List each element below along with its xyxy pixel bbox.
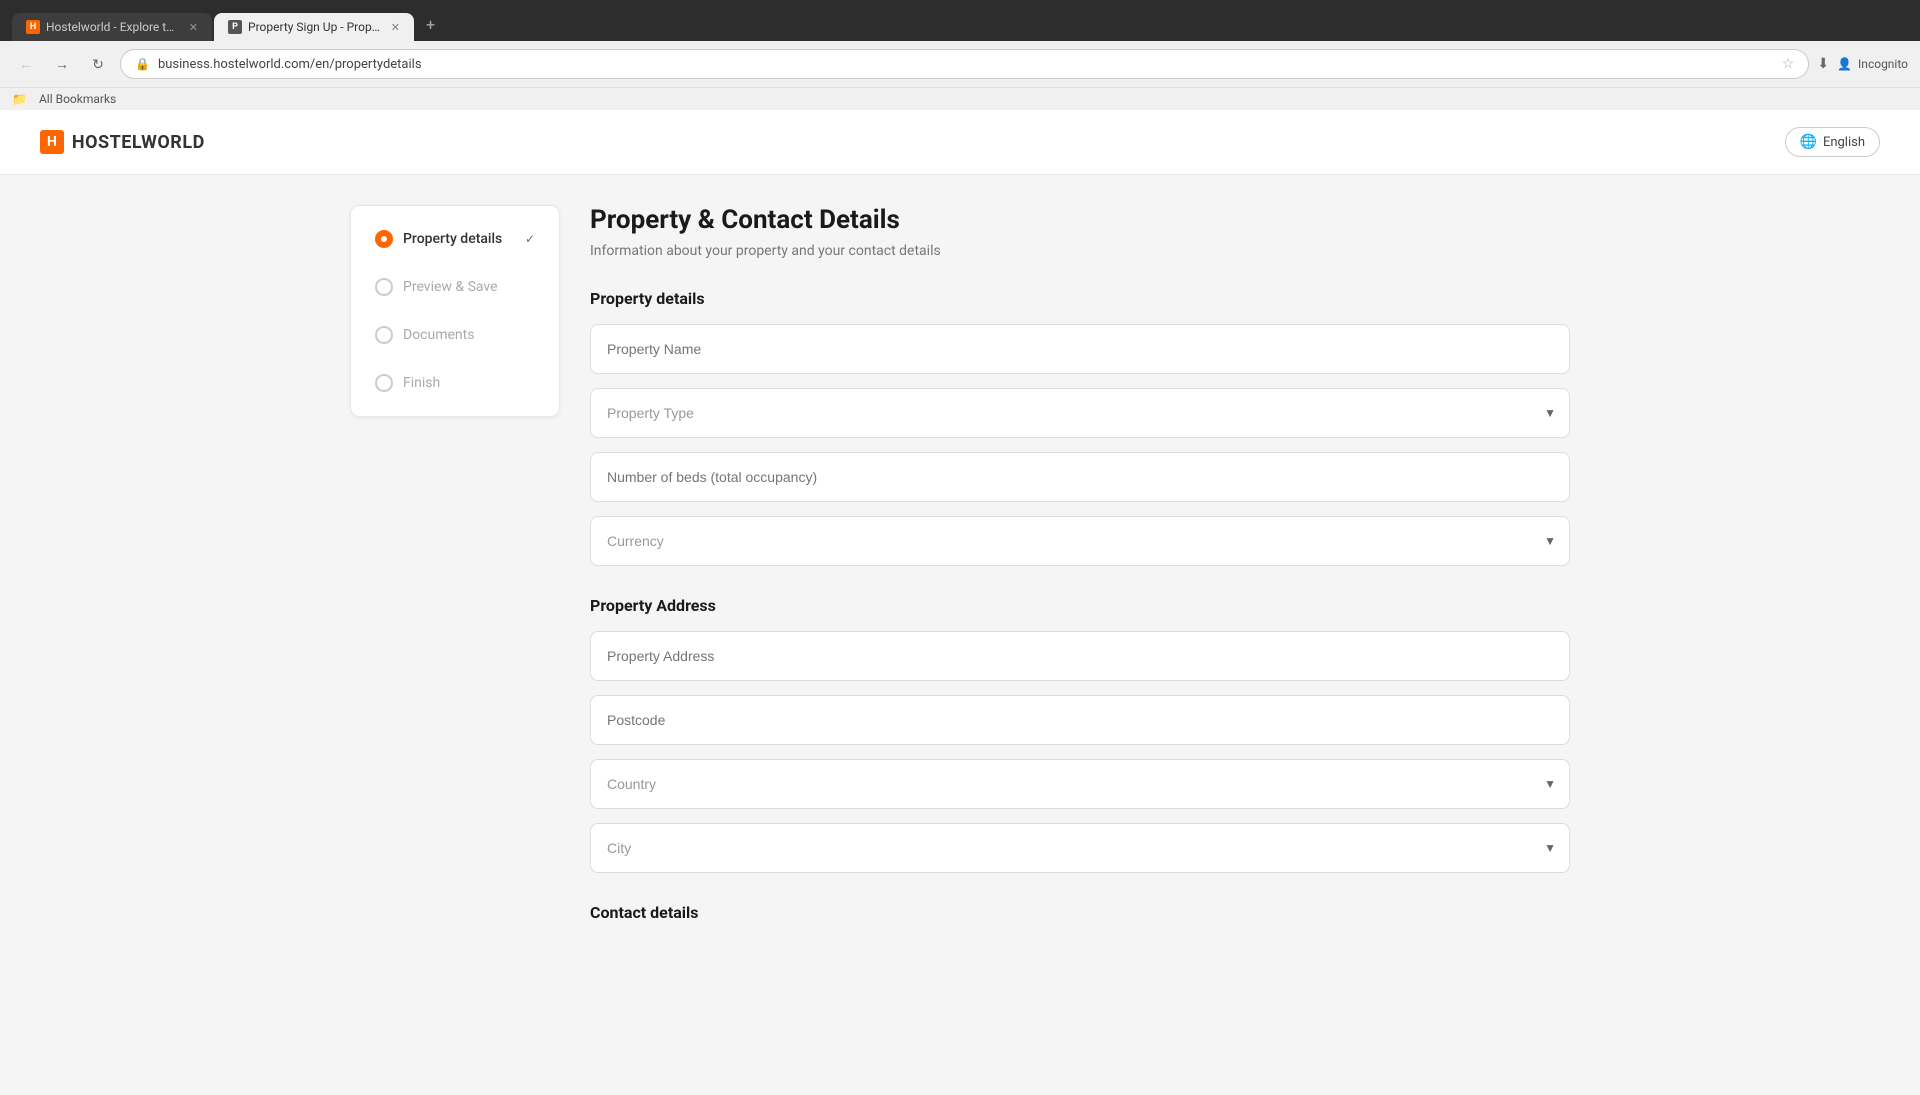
currency-field: Currency ▼ — [590, 516, 1570, 566]
property-type-select[interactable]: Property Type — [590, 388, 1570, 438]
radio-property-details — [375, 230, 393, 248]
sidebar-label-finish: Finish — [403, 375, 440, 391]
logo-box: H — [40, 130, 64, 154]
new-tab-button[interactable]: + — [416, 8, 445, 41]
property-name-field — [590, 324, 1570, 374]
sidebar-item-preview-save[interactable]: Preview & Save — [357, 264, 553, 310]
back-button[interactable]: ← — [12, 50, 40, 78]
address-bar[interactable]: 🔒 business.hostelworld.com/en/propertyde… — [120, 49, 1809, 79]
chevron-down-icon: ✓ — [525, 232, 535, 246]
globe-icon: 🌐 — [1800, 134, 1817, 150]
currency-select[interactable]: Currency — [590, 516, 1570, 566]
property-address-section: Property Address Country ▼ City — [590, 596, 1570, 873]
currency-wrapper: Currency ▼ — [590, 516, 1570, 566]
tab-close-property[interactable]: ✕ — [391, 21, 400, 34]
property-name-input[interactable] — [590, 324, 1570, 374]
incognito-label: Incognito — [1858, 57, 1908, 71]
num-beds-field — [590, 452, 1570, 502]
sidebar-card: Property details ✓ Preview & Save Docume… — [350, 205, 560, 417]
bookmarks-folder-icon: 📁 — [12, 92, 27, 106]
tab-favicon-property: P — [228, 20, 242, 34]
postcode-input[interactable] — [590, 695, 1570, 745]
city-select[interactable]: City — [590, 823, 1570, 873]
sidebar-item-finish[interactable]: Finish — [357, 360, 553, 406]
browser-chrome: H Hostelworld - Explore the worl... ✕ P … — [0, 0, 1920, 41]
property-details-section-title: Property details — [590, 289, 1570, 308]
lock-icon: 🔒 — [135, 57, 150, 71]
sidebar: Property details ✓ Preview & Save Docume… — [350, 205, 560, 1065]
bookmarks-label: All Bookmarks — [39, 92, 116, 106]
browser-toolbar: ← → ↻ 🔒 business.hostelworld.com/en/prop… — [0, 41, 1920, 87]
property-type-wrapper: Property Type ▼ — [590, 388, 1570, 438]
sidebar-item-left-4: Finish — [375, 374, 440, 392]
country-wrapper: Country ▼ — [590, 759, 1570, 809]
sidebar-item-left-3: Documents — [375, 326, 474, 344]
radio-documents — [375, 326, 393, 344]
sidebar-item-left-2: Preview & Save — [375, 278, 498, 296]
logo-text: HOSTELWORLD — [72, 132, 205, 153]
page-header: H HOSTELWORLD 🌐 English — [0, 110, 1920, 175]
tab-title-property: Property Sign Up - Property an... — [248, 20, 381, 34]
property-address-input[interactable] — [590, 631, 1570, 681]
page-subtitle: Information about your property and your… — [590, 243, 1570, 259]
forward-button[interactable]: → — [48, 50, 76, 78]
property-details-section: Property details Property Type ▼ Cu — [590, 289, 1570, 566]
num-beds-input[interactable] — [590, 452, 1570, 502]
language-selector[interactable]: 🌐 English — [1785, 127, 1881, 157]
downloads-icon[interactable]: ⬇ — [1817, 56, 1829, 72]
address-text: business.hostelworld.com/en/propertydeta… — [158, 57, 1774, 72]
logo: H HOSTELWORLD — [40, 130, 205, 154]
property-address-section-title: Property Address — [590, 596, 1570, 615]
radio-preview-save — [375, 278, 393, 296]
city-wrapper: City ▼ — [590, 823, 1570, 873]
sidebar-item-left: Property details — [375, 230, 502, 248]
incognito-icon: 👤 — [1837, 57, 1852, 71]
radio-finish — [375, 374, 393, 392]
tab-hostelworld[interactable]: H Hostelworld - Explore the worl... ✕ — [12, 13, 212, 41]
browser-tabs: H Hostelworld - Explore the worl... ✕ P … — [12, 8, 1908, 41]
toolbar-right: ⬇ 👤 Incognito — [1817, 56, 1908, 72]
city-field: City ▼ — [590, 823, 1570, 873]
incognito-area: 👤 Incognito — [1837, 57, 1908, 71]
country-select[interactable]: Country — [590, 759, 1570, 809]
postcode-field — [590, 695, 1570, 745]
tab-close-hostelworld[interactable]: ✕ — [189, 21, 198, 34]
contact-details-section-title: Contact details — [590, 903, 1570, 922]
sidebar-item-documents[interactable]: Documents — [357, 312, 553, 358]
property-address-field — [590, 631, 1570, 681]
language-label: English — [1823, 135, 1865, 150]
tab-title-hostelworld: Hostelworld - Explore the worl... — [46, 20, 179, 34]
sidebar-label-documents: Documents — [403, 327, 474, 343]
contact-details-section: Contact details — [590, 903, 1570, 922]
country-field: Country ▼ — [590, 759, 1570, 809]
property-type-field: Property Type ▼ — [590, 388, 1570, 438]
sidebar-label-property-details: Property details — [403, 231, 502, 247]
page-body: Property details ✓ Preview & Save Docume… — [310, 175, 1610, 1095]
bookmarks-bar: 📁 All Bookmarks — [0, 87, 1920, 110]
page-title: Property & Contact Details — [590, 205, 1570, 235]
reload-button[interactable]: ↻ — [84, 50, 112, 78]
sidebar-item-property-details[interactable]: Property details ✓ — [357, 216, 553, 262]
sidebar-label-preview-save: Preview & Save — [403, 279, 498, 295]
bookmark-icon[interactable]: ☆ — [1782, 56, 1795, 72]
tab-favicon-hostelworld: H — [26, 20, 40, 34]
tab-property-signup[interactable]: P Property Sign Up - Property an... ✕ — [214, 13, 414, 41]
form-area: Property & Contact Details Information a… — [590, 205, 1570, 1065]
